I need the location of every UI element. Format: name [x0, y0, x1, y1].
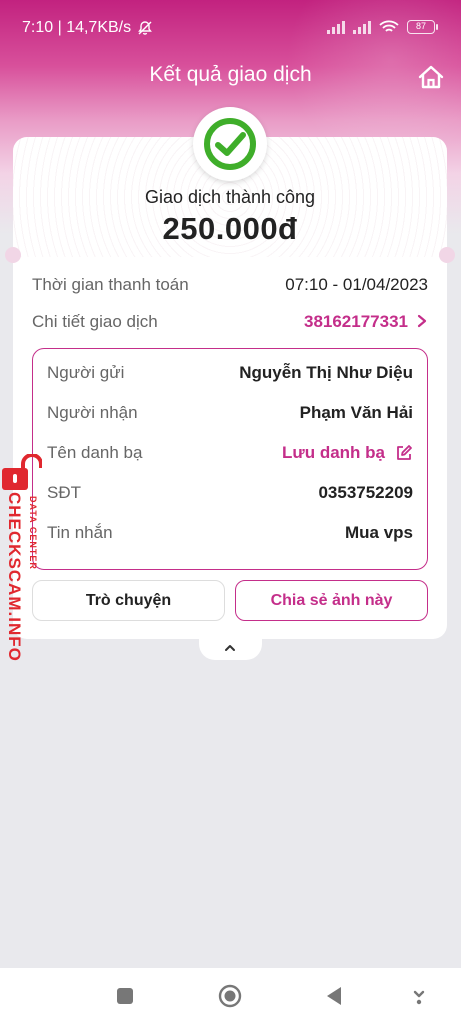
recent-apps-icon[interactable] [113, 984, 137, 1008]
save-contact-link[interactable]: Lưu danh bạ [282, 443, 385, 463]
status-time-speed: 7:10 | 14,7KB/s [22, 19, 132, 36]
card-notch-right [439, 247, 455, 263]
signal-icon-2 [353, 20, 371, 34]
watermark-text: CHECKSCAM.INFO [5, 492, 24, 662]
phone-label: SĐT [47, 483, 81, 502]
edit-icon[interactable] [395, 444, 413, 462]
success-badge [193, 107, 267, 181]
battery-icon: 87 [407, 20, 438, 34]
mute-bell-icon [138, 21, 153, 35]
chevron-up-icon[interactable] [224, 643, 236, 652]
receiver-value: Phạm Văn Hải [299, 403, 413, 422]
message-label: Tin nhắn [47, 523, 113, 542]
payment-time-value: 07:10 - 01/04/2023 [285, 275, 428, 294]
chevron-right-icon[interactable] [416, 314, 428, 328]
receiver-label: Người nhận [47, 403, 138, 422]
home-icon[interactable] [417, 64, 445, 90]
payment-time-label: Thời gian thanh toán [32, 275, 189, 294]
message-value: Mua vps [344, 523, 413, 542]
page-title: Kết quả giao dịch [149, 63, 312, 86]
phone-value: 0353752209 [318, 483, 413, 502]
status-left: 7:10 | 14,7KB/s [22, 19, 153, 37]
transaction-card: Giao dịch thành công 250.000đ Thời gian … [5, 107, 455, 639]
share-image-button[interactable]: Chia sẻ ảnh này [235, 580, 428, 621]
contact-label: Tên danh bạ [47, 443, 143, 462]
wifi-icon [379, 20, 399, 32]
system-nav-bar [0, 968, 461, 1024]
sender-label: Người gửi [47, 363, 125, 382]
status-right: 87 [327, 20, 438, 34]
sender-value: Nguyễn Thị Như Diệu [239, 363, 413, 382]
transaction-status: Giao dịch thành công [144, 187, 316, 207]
detail-box: Người gửi Nguyễn Thị Như Diệu Người nhận… [32, 348, 428, 570]
status-bar: 7:10 | 14,7KB/s 87 [0, 0, 461, 56]
home-nav-icon[interactable] [218, 984, 242, 1008]
check-circle-icon [204, 118, 256, 170]
back-icon[interactable] [322, 984, 346, 1008]
lock-icon [2, 454, 42, 490]
card-notch-left [5, 247, 21, 263]
collapse-tab[interactable] [199, 638, 262, 660]
transaction-amount: 250.000đ [162, 211, 298, 246]
chat-button[interactable]: Trò chuyện [32, 580, 225, 621]
nav-toggle-icon[interactable] [407, 984, 431, 1008]
transaction-id[interactable]: 38162177331 [304, 312, 408, 332]
transaction-detail-label: Chi tiết giao dịch [32, 312, 158, 331]
watermark-subtext: DATA CENTER [28, 496, 38, 570]
signal-icon [327, 20, 345, 34]
